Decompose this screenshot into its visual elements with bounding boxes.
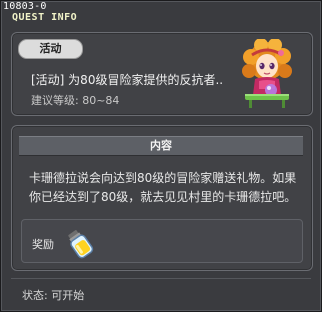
quest-category-badge: 活动 — [18, 39, 83, 59]
content-section-header: 内容 — [19, 136, 303, 156]
recommended-level: 建议等级: 80~84 — [31, 94, 120, 107]
title-bar[interactable]: QUEST INFO — [2, 11, 320, 25]
potion-item-icon[interactable] — [63, 227, 97, 261]
quest-description: 卡珊德拉说会向达到80级的冒险家赠送礼物。如果你已经达到了80级，就去见见村里的… — [29, 171, 297, 204]
window-title: QUEST INFO — [12, 12, 78, 23]
reward-label: 奖励 — [32, 238, 54, 251]
quest-info-window: 10803-0 QUEST INFO 活动 [活动] 为80级冒险家提供的反抗者… — [0, 0, 322, 312]
status-divider — [11, 278, 311, 279]
quest-status: 状态: 可开始 — [22, 289, 85, 302]
quest-name: [活动] 为80级冒险家提供的反抗者.. — [31, 73, 224, 87]
npc-portrait-icon — [242, 39, 292, 108]
